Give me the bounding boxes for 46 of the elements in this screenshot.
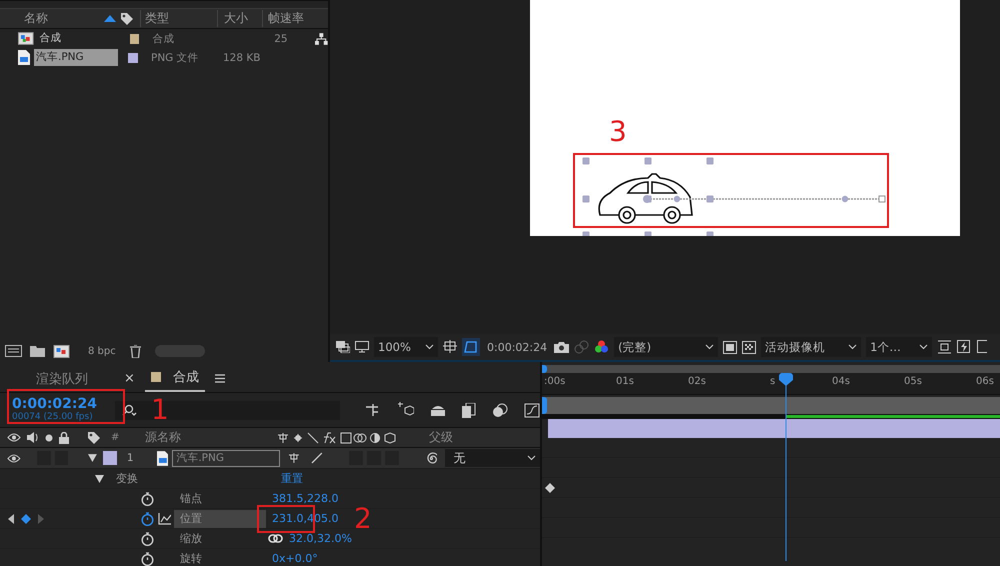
panel-tab[interactable]: 渲染队列: [30, 366, 94, 392]
annotation-number: 3: [609, 118, 627, 146]
property-name[interactable]: 旋转: [174, 550, 266, 566]
view-layout-dropdown[interactable]: 1个…: [866, 337, 932, 358]
time-label: 04s: [832, 376, 850, 387]
column-header: #: [110, 432, 120, 443]
column-header[interactable]: 大小: [217, 10, 262, 27]
parent-dropdown[interactable]: 无: [445, 449, 540, 467]
zoom-dropdown[interactable]: 100%: [374, 337, 438, 358]
property-group-name: 变换: [116, 471, 139, 486]
property-value[interactable]: 0x+0.0°: [266, 552, 318, 565]
current-timecode[interactable]: 0:00:02:24: [12, 397, 116, 413]
time-label: 06s: [976, 376, 994, 387]
item-frame-rate: 25: [274, 32, 289, 44]
column-header[interactable]: 名称: [0, 10, 104, 27]
column-header[interactable]: 类型: [140, 10, 217, 27]
time-label: 05s: [904, 376, 922, 387]
column-header: 源名称: [145, 429, 182, 446]
color-depth-button[interactable]: 8 bpc: [82, 346, 122, 356]
reset-link[interactable]: 重置: [281, 471, 303, 486]
annotation-number: 2: [354, 505, 372, 533]
column-header[interactable]: 帧速率: [262, 10, 304, 27]
property-name[interactable]: 锚点: [174, 490, 266, 508]
property-value[interactable]: 381.5,228.0: [266, 492, 338, 505]
item-type: PNG 文件: [151, 50, 200, 64]
item-size: 128 KB: [223, 52, 260, 64]
current-time[interactable]: 0:00:02:24: [487, 340, 548, 354]
time-ruler[interactable]: :00s 01s 02s s 04s 05s 06s: [542, 373, 1000, 395]
layer-number: 1: [126, 452, 135, 464]
time-label: 02s: [688, 376, 706, 387]
property-value[interactable]: 32.0,32.0%: [283, 532, 352, 545]
annotation-number: 1: [151, 396, 169, 424]
property-name[interactable]: 缩放: [174, 530, 266, 548]
item-type: 合成: [152, 32, 176, 46]
camera-dropdown[interactable]: 活动摄像机: [761, 337, 862, 358]
resolution-dropdown[interactable]: (完整): [614, 337, 718, 358]
time-label: 01s: [616, 376, 634, 387]
time-label: :00s: [544, 376, 566, 387]
project-item[interactable]: 汽车.PNG: [34, 49, 118, 66]
project-item[interactable]: 合成: [38, 30, 120, 47]
column-header: 父级: [429, 429, 453, 446]
property-name[interactable]: 位置: [174, 510, 266, 528]
time-label: s: [770, 376, 776, 387]
layer-name-field[interactable]: 汽车.PNG: [172, 450, 280, 466]
frame-counter: 00074 (25.00 fps): [12, 412, 94, 423]
close-tab-button[interactable]: ×: [124, 366, 135, 392]
